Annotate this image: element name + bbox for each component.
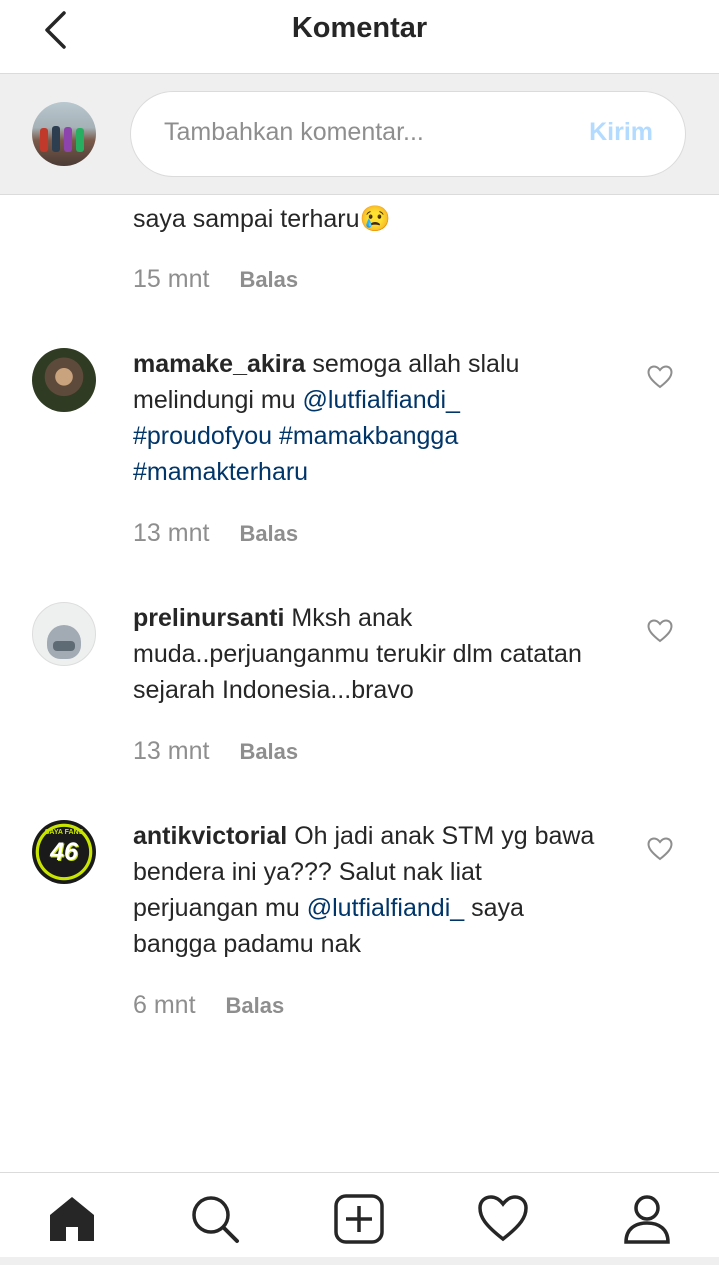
- hashtag-link[interactable]: #proudofyou #mamakbangga #mamakterharu: [133, 422, 458, 486]
- comment-meta: 6 mnt Balas: [133, 991, 284, 1020]
- mention-link[interactable]: @lutfialfiandi_: [307, 894, 464, 922]
- avatar-text: SAYA FANS: [44, 829, 84, 836]
- page-title: Komentar: [291, 12, 428, 44]
- avatar[interactable]: SAYA FANS 46: [32, 820, 96, 884]
- reply-button[interactable]: Balas: [226, 993, 285, 1018]
- add-post-icon[interactable]: [333, 1193, 385, 1245]
- comment-text: prelinursanti Mksh anak muda..perjuangan…: [133, 600, 603, 708]
- mention-link[interactable]: @lutfialfiandi_: [303, 386, 460, 414]
- avatar[interactable]: [32, 602, 96, 666]
- comment-username[interactable]: prelinursanti: [133, 604, 284, 632]
- search-icon[interactable]: [189, 1193, 241, 1245]
- comment-input-placeholder: Tambahkan komentar...: [164, 118, 424, 146]
- activity-heart-icon[interactable]: [477, 1193, 529, 1245]
- send-button[interactable]: Kirim: [589, 118, 653, 147]
- profile-icon[interactable]: [621, 1193, 673, 1245]
- comment-text: antikvictorial Oh jadi anak STM yg bawa …: [133, 818, 603, 962]
- comment-list: saya sampai terharu😢 15 mnt Balas mamake_…: [0, 195, 719, 1170]
- comment-text: saya sampai terharu😢: [133, 205, 391, 233]
- comment-meta: 13 mnt Balas: [133, 737, 298, 766]
- comment-meta: 13 mnt Balas: [133, 519, 298, 548]
- comment-time: 6 mnt: [133, 991, 196, 1019]
- comment-input[interactable]: Tambahkan komentar... Kirim: [130, 91, 686, 177]
- avatar-number: 46: [50, 838, 78, 866]
- bottom-nav: [0, 1172, 719, 1265]
- comment-meta: 15 mnt Balas: [133, 265, 298, 294]
- reply-button[interactable]: Balas: [239, 521, 298, 546]
- reply-button[interactable]: Balas: [239, 267, 298, 292]
- heart-icon[interactable]: [647, 837, 673, 861]
- comment-text: mamake_akira semoga allah slalu melindun…: [133, 346, 603, 490]
- reply-button[interactable]: Balas: [239, 739, 298, 764]
- avatar: [32, 102, 96, 166]
- system-bar: [0, 1257, 719, 1265]
- comment-time: 13 mnt: [133, 519, 210, 547]
- comment-composer: Tambahkan komentar... Kirim: [0, 74, 719, 195]
- header: Komentar: [0, 0, 719, 74]
- comment-username[interactable]: antikvictorial: [133, 822, 287, 850]
- heart-icon[interactable]: [647, 619, 673, 643]
- comment-time: 13 mnt: [133, 737, 210, 765]
- comment-username[interactable]: mamake_akira: [133, 350, 305, 378]
- home-icon[interactable]: [46, 1193, 98, 1245]
- comment-time: 15 mnt: [133, 265, 210, 293]
- heart-icon[interactable]: [647, 365, 673, 389]
- avatar[interactable]: [32, 348, 96, 412]
